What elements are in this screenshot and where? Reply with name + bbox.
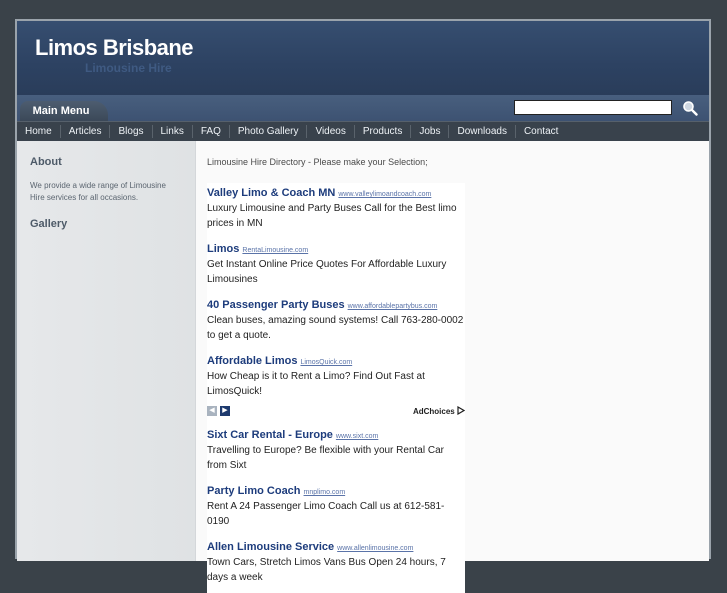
ad-item[interactable]: Allen Limousine Service www.allenlimousin…	[207, 537, 465, 585]
nav-downloads[interactable]: Downloads	[449, 125, 516, 138]
content-area: About We provide a wide range of Limousi…	[17, 141, 709, 593]
ad-item[interactable]: Sixt Car Rental - Europe www.sixt.com Tra…	[207, 425, 465, 473]
about-heading: About	[30, 156, 62, 168]
ad-url[interactable]: LimosQuick.com	[300, 359, 352, 366]
main-menu-tab[interactable]: Main Menu	[20, 101, 108, 121]
nav-jobs[interactable]: Jobs	[411, 125, 450, 138]
ad-item[interactable]: Affordable Limos LimosQuick.com How Cheap…	[207, 351, 465, 399]
nav-articles[interactable]: Articles	[61, 125, 111, 138]
ad-description: Luxury Limousine and Party Buses Call fo…	[207, 203, 457, 229]
search-button[interactable]	[681, 99, 699, 117]
sidebar: About We provide a wide range of Limousi…	[17, 141, 196, 561]
nav-videos[interactable]: Videos	[307, 125, 355, 138]
nav-faq[interactable]: FAQ	[193, 125, 230, 138]
ad-title[interactable]: Limos	[207, 243, 239, 255]
ad-url[interactable]: RentaLimousine.com	[242, 247, 308, 254]
nav-photo-gallery[interactable]: Photo Gallery	[230, 125, 308, 138]
ad-item[interactable]: Limos RentaLimousine.com Get Instant Onli…	[207, 239, 465, 287]
ad-block: Valley Limo & Coach MN www.valleylimoandc…	[207, 183, 466, 593]
adchoices-link[interactable]: AdChoices	[412, 405, 466, 416]
ad-description: Clean buses, amazing sound systems! Call…	[207, 315, 464, 341]
ad-title[interactable]: Party Limo Coach	[207, 485, 301, 497]
ad-url[interactable]: www.allenlimousine.com	[337, 545, 413, 552]
ad-controls: ◀ ▶ AdChoices	[207, 405, 466, 419]
ad-description: Travelling to Europe? Be flexible with y…	[207, 445, 444, 471]
directory-intro: Limousine Hire Directory - Please make y…	[207, 157, 428, 167]
ad-title[interactable]: 40 Passenger Party Buses	[207, 299, 345, 311]
ad-title[interactable]: Sixt Car Rental - Europe	[207, 429, 333, 441]
ad-url[interactable]: www.sixt.com	[336, 433, 378, 440]
about-text: We provide a wide range of Limousine Hir…	[30, 181, 166, 202]
ad-url[interactable]: mnplimo.com	[304, 489, 346, 496]
ad-description: Get Instant Online Price Quotes For Affo…	[207, 259, 447, 285]
ad-title[interactable]: Allen Limousine Service	[207, 541, 334, 553]
top-navigation: Home Articles Blogs Links FAQ Photo Gall…	[17, 121, 709, 141]
ad-next-button[interactable]: ▶	[220, 406, 230, 416]
adchoices-triangle-icon	[457, 405, 466, 416]
nav-links[interactable]: Links	[153, 125, 193, 138]
chevron-right-icon: ▶	[222, 407, 228, 414]
nav-home[interactable]: Home	[17, 125, 61, 138]
ad-description: How Cheap is it to Rent a Limo? Find Out…	[207, 371, 425, 397]
main-column: Limousine Hire Directory - Please make y…	[196, 141, 709, 593]
ad-title[interactable]: Valley Limo & Coach MN	[207, 187, 335, 199]
ad-prev-button[interactable]: ◀	[207, 406, 217, 416]
ad-description: Rent A 24 Passenger Limo Coach Call us a…	[207, 501, 445, 527]
site-subtitle: Limousine Hire	[85, 61, 172, 75]
menu-bar: Main Menu	[17, 95, 709, 121]
ad-url[interactable]: www.affordablepartybus.com	[348, 303, 438, 310]
nav-blogs[interactable]: Blogs	[110, 125, 153, 138]
ad-url[interactable]: www.valleylimoandcoach.com	[338, 191, 431, 198]
page-frame: Limos Brisbane Limousine Hire Main Menu …	[15, 19, 711, 593]
nav-products[interactable]: Products	[355, 125, 412, 138]
ad-title[interactable]: Affordable Limos	[207, 355, 297, 367]
site-title[interactable]: Limos Brisbane	[35, 35, 194, 61]
ad-item[interactable]: Valley Limo & Coach MN www.valleylimoandc…	[207, 183, 465, 231]
ad-item[interactable]: Party Limo Coach mnplimo.com Rent A 24 Pa…	[207, 481, 465, 529]
chevron-left-icon: ◀	[209, 407, 215, 414]
site-header: Limos Brisbane Limousine Hire	[17, 21, 709, 95]
gallery-heading: Gallery	[30, 218, 68, 230]
ad-description: Town Cars, Stretch Limos Vans Bus Open 2…	[207, 557, 446, 583]
adchoices-label: AdChoices	[412, 407, 455, 416]
search-input[interactable]	[514, 100, 672, 115]
nav-contact[interactable]: Contact	[516, 125, 566, 138]
ad-item[interactable]: 40 Passenger Party Buses www.affordablepa…	[207, 295, 465, 343]
magnifier-icon	[683, 101, 698, 116]
